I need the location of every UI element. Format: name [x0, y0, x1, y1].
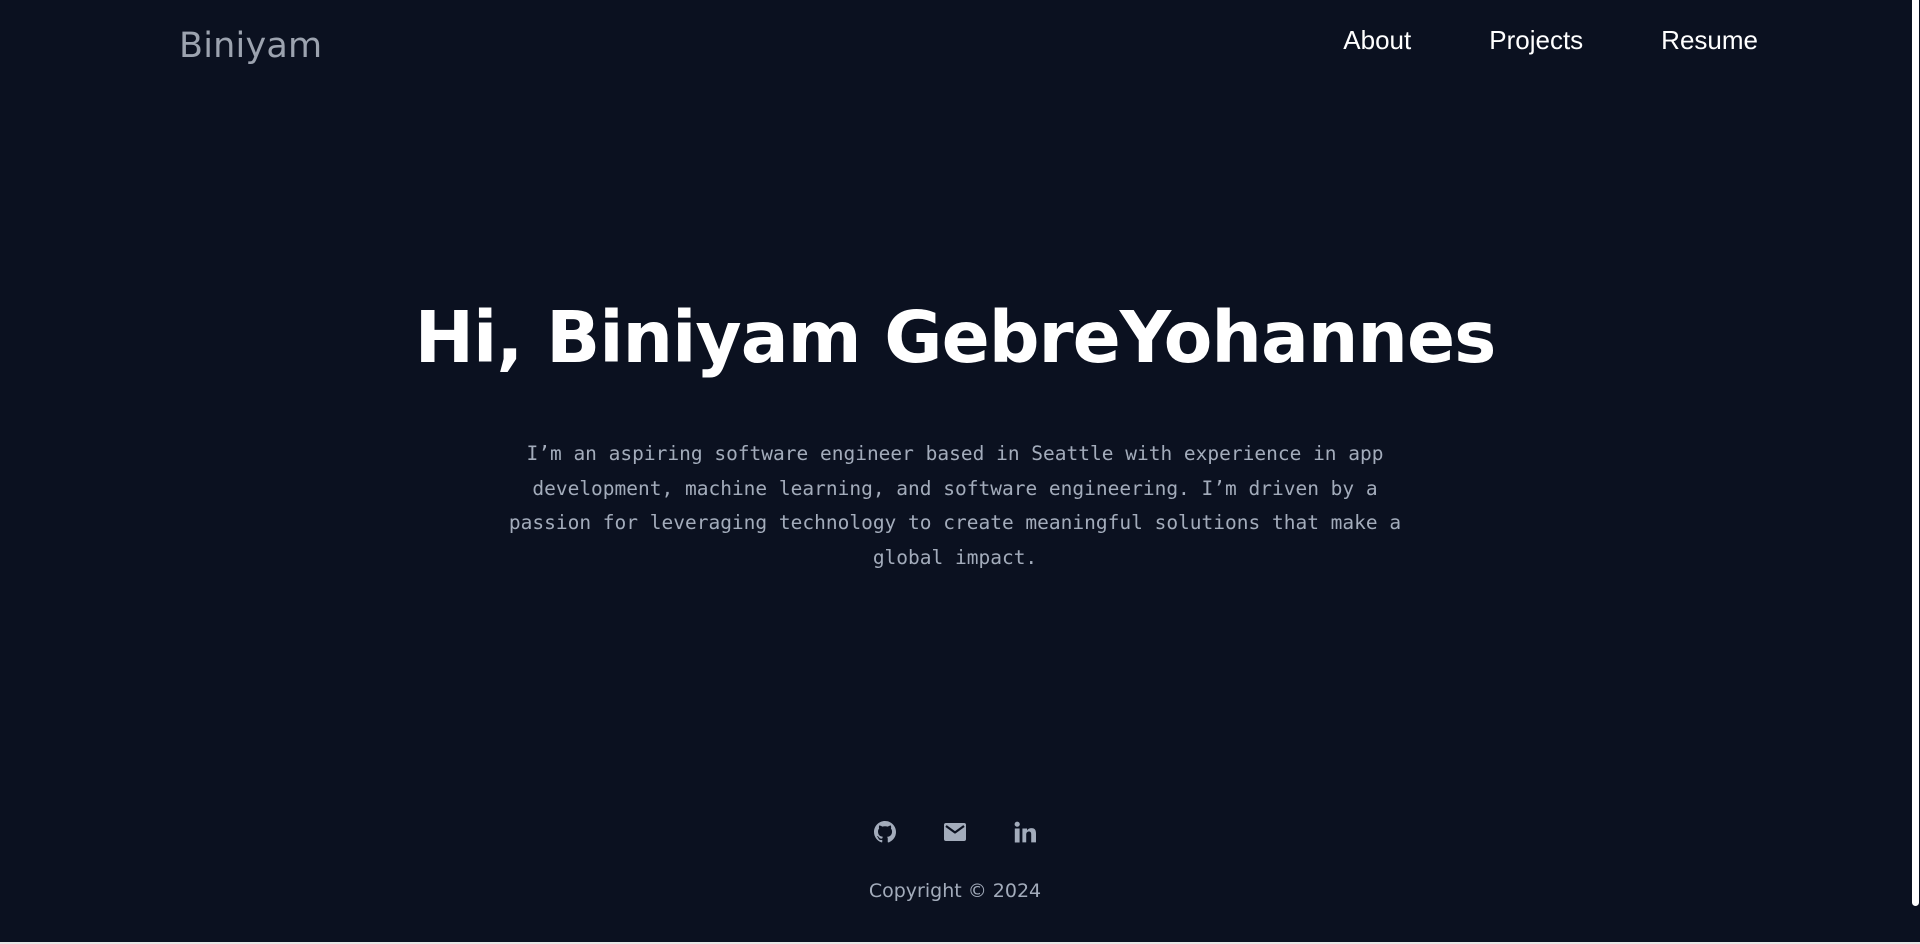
linkedin-icon[interactable] [1013, 820, 1037, 844]
hero-title: Hi, Biniyam GebreYohannes [414, 296, 1497, 379]
page-scrollbar[interactable] [1910, 0, 1920, 944]
nav-link-about[interactable]: About [1343, 24, 1411, 56]
brand-logo[interactable]: Biniyam [179, 22, 322, 70]
main-nav: About Projects Resume [1343, 24, 1758, 56]
copyright-text: Copyright © 2024 [868, 880, 1042, 902]
social-links [0, 820, 1910, 844]
nav-link-projects[interactable]: Projects [1489, 24, 1583, 56]
github-icon[interactable] [873, 820, 897, 844]
page: Biniyam About Projects Resume Hi, Biniya… [0, 0, 1910, 944]
scrollbar-thumb[interactable] [1912, 0, 1919, 906]
mail-icon[interactable] [943, 820, 967, 844]
hero-description: I’m an aspiring software engineer based … [508, 442, 1402, 569]
nav-link-resume[interactable]: Resume [1661, 24, 1758, 56]
